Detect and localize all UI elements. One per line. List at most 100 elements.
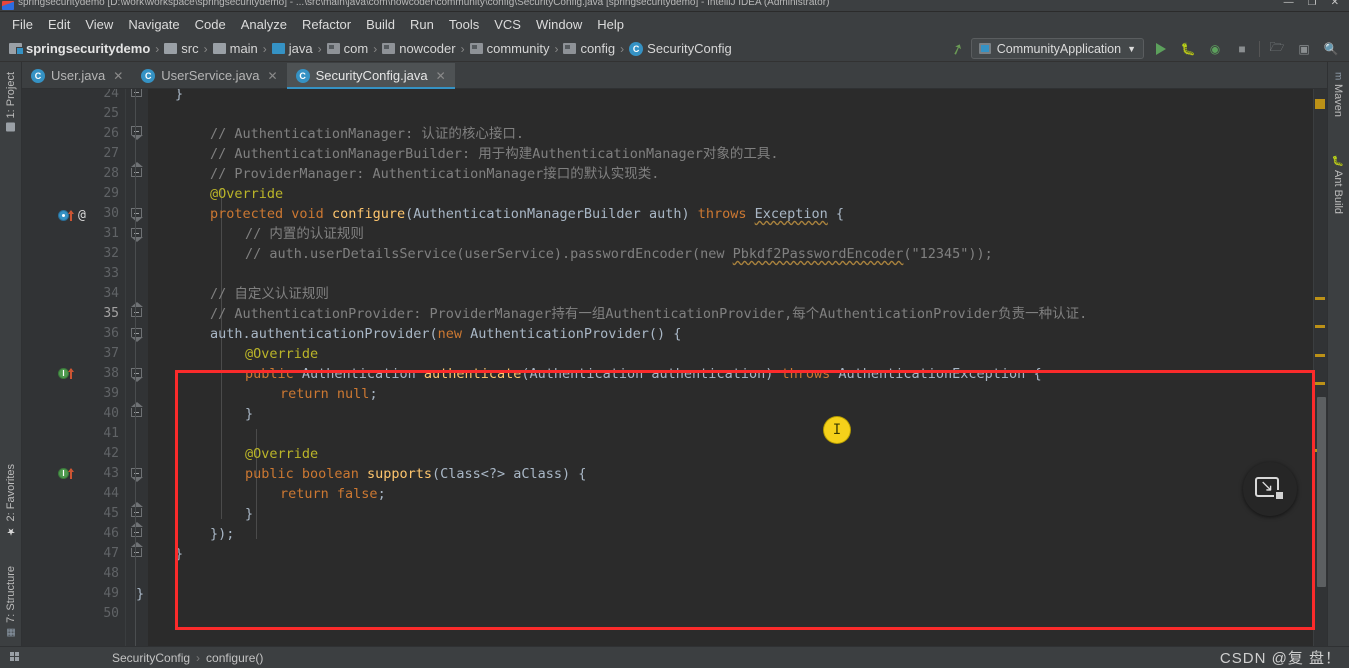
terminal-icon[interactable]: ▣ (1294, 39, 1314, 59)
sidebar-item-favorites[interactable]: ★ 2: Favorites (0, 460, 22, 540)
close-button[interactable]: ✕ (1331, 0, 1339, 8)
breadcrumb-community[interactable]: community (467, 40, 553, 57)
fold-marker[interactable] (131, 89, 142, 97)
run-with-coverage-icon[interactable]: ◉ (1205, 39, 1225, 59)
fold-marker[interactable] (131, 468, 143, 482)
sidebar-item-structure[interactable]: ▦ 7: Structure (0, 562, 22, 642)
line-number: 32 (103, 246, 119, 261)
debug-icon[interactable]: 🐛 (1178, 39, 1198, 59)
status-breadcrumb-method[interactable]: configure() (206, 651, 263, 665)
class-icon: C (31, 68, 45, 83)
menu-item-edit[interactable]: Edit (41, 14, 77, 35)
line-number: 26 (103, 126, 119, 141)
class-icon: C (141, 68, 156, 83)
breadcrumb-nowcoder[interactable]: nowcoder (379, 40, 458, 57)
sidebar-item-label: 2: Favorites (5, 464, 17, 522)
right-tool-window-bar: m Maven 🐛 Ant Build (1327, 62, 1349, 646)
fold-marker[interactable] (131, 126, 143, 140)
sidebar-item-ant-build[interactable]: 🐛 Ant Build (1327, 150, 1349, 218)
line-number: 31 (103, 226, 119, 241)
fold-marker[interactable] (131, 542, 143, 557)
tab-user-java[interactable]: C User.java ✕ (22, 63, 132, 88)
code-line-47: } (175, 546, 184, 562)
status-bar-layout-icon[interactable] (10, 652, 21, 663)
menu-item-build[interactable]: Build (359, 14, 402, 35)
sidebar-item-label: 1: Project (5, 72, 17, 119)
run-icon[interactable] (1151, 39, 1171, 59)
fold-marker[interactable] (131, 402, 143, 417)
code-text-area[interactable]: } // AuthenticationManager: 认证的核心接口. // … (136, 89, 1327, 646)
tab-userservice-java[interactable]: C UserService.java ✕ (132, 63, 286, 88)
fold-marker[interactable] (131, 368, 143, 382)
code-folding-strip[interactable] (126, 89, 148, 646)
breadcrumb-main[interactable]: main (210, 40, 261, 57)
search-everywhere-icon[interactable]: 🔍 (1321, 39, 1341, 59)
status-breadcrumb-class[interactable]: SecurityConfig (112, 651, 190, 665)
sidebar-item-maven[interactable]: m Maven (1327, 68, 1349, 121)
menu-item-navigate[interactable]: Navigate (121, 14, 186, 35)
implementing-method-icon[interactable]: I (58, 467, 74, 479)
run-configuration-selector[interactable]: CommunityApplication ▼ (970, 38, 1144, 59)
maven-icon: m (1332, 72, 1344, 81)
warning-marker[interactable] (1315, 99, 1325, 109)
stop-icon[interactable]: ■ (1232, 39, 1252, 59)
fold-marker[interactable] (131, 228, 143, 242)
menu-item-window[interactable]: Window (529, 14, 589, 35)
breadcrumb-springsecuritydemo[interactable]: springsecuritydemo (6, 40, 153, 57)
breadcrumb-java[interactable]: java (269, 40, 316, 57)
implementing-method-icon[interactable]: I (58, 367, 74, 379)
menu-item-analyze[interactable]: Analyze (234, 14, 294, 35)
line-number: 43 (103, 466, 119, 481)
warning-marker[interactable] (1315, 382, 1325, 385)
fold-marker[interactable] (131, 162, 143, 177)
window-controls[interactable]: — ❐ ✕ (1284, 0, 1349, 8)
breadcrumb-config[interactable]: config (560, 40, 618, 57)
package-icon (469, 43, 483, 54)
preview-pane-icon[interactable]: ↘ (1243, 462, 1297, 516)
maximize-button[interactable]: ❐ (1308, 0, 1317, 8)
close-icon[interactable]: ✕ (113, 69, 123, 83)
hammer-icon[interactable]: ➚ (948, 38, 967, 59)
error-stripe-marker-bar[interactable] (1313, 89, 1327, 646)
sidebar-item-project[interactable]: 1: Project (0, 68, 22, 135)
tab-securityconfig-java[interactable]: C SecurityConfig.java ✕ (286, 63, 455, 89)
fold-marker[interactable] (131, 208, 143, 222)
code-line-42: @Override (245, 446, 319, 462)
toolbar-divider (1259, 40, 1260, 57)
arrow-up-icon (68, 209, 74, 221)
menu-item-vcs[interactable]: VCS (487, 14, 528, 35)
menu-item-tools[interactable]: Tools (442, 14, 486, 35)
menu-item-view[interactable]: View (78, 14, 120, 35)
fold-marker[interactable] (131, 502, 143, 517)
editor-scrollbar-thumb[interactable] (1317, 397, 1326, 587)
code-line-46: }); (210, 526, 235, 542)
breadcrumb-securityconfig[interactable]: C SecurityConfig (626, 40, 735, 57)
fold-marker[interactable] (131, 522, 143, 537)
fold-marker[interactable] (131, 328, 143, 342)
code-line-26: // AuthenticationManager: 认证的核心接口. (210, 126, 524, 142)
tab-label: SecurityConfig.java (315, 68, 428, 83)
breadcrumb-com[interactable]: com (324, 40, 372, 57)
override-method-icon[interactable]: @ (58, 208, 86, 223)
menu-item-run[interactable]: Run (403, 14, 441, 35)
warning-marker[interactable] (1315, 297, 1325, 300)
menu-item-refactor[interactable]: Refactor (295, 14, 358, 35)
warning-marker[interactable] (1315, 325, 1325, 328)
close-icon[interactable]: ✕ (436, 69, 446, 83)
breadcrumb-src[interactable]: src (161, 40, 201, 57)
code-line-40: } (245, 406, 254, 422)
close-icon[interactable]: ✕ (268, 69, 278, 83)
breadcrumb-separator: › (262, 41, 267, 56)
code-editor[interactable]: 24 25 26 27 28 29 30 31 32 33 34 35 36 3… (22, 89, 1327, 646)
fold-marker[interactable] (131, 302, 143, 317)
minimize-button[interactable]: — (1284, 0, 1294, 8)
editor-gutter[interactable]: 24 25 26 27 28 29 30 31 32 33 34 35 36 3… (22, 89, 126, 646)
status-bar: SecurityConfig › configure() CSDN @复 盘！ (0, 646, 1349, 668)
ant-icon: 🐛 (1332, 154, 1344, 167)
warning-marker[interactable] (1315, 354, 1325, 357)
menu-item-file[interactable]: File (5, 14, 40, 35)
menu-item-help[interactable]: Help (590, 14, 631, 35)
menu-item-code[interactable]: Code (188, 14, 233, 35)
project-structure-icon[interactable]: 🗁 (1267, 39, 1287, 59)
toolbar-actions: ➚ CommunityApplication ▼ 🐛 ◉ ■ 🗁 ▣ 🔍 (948, 38, 1349, 59)
